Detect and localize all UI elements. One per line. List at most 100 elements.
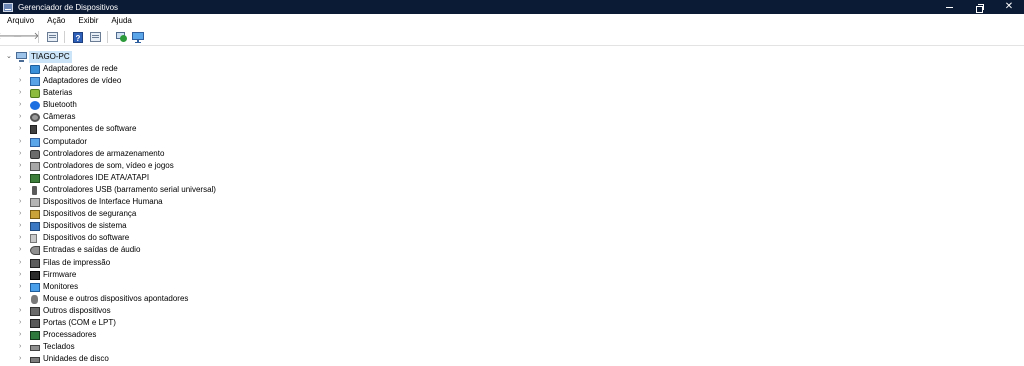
toolbar: 🡐 🡒 ? <box>0 29 1024 46</box>
menu-ajuda[interactable]: Ajuda <box>104 14 137 28</box>
tree-item[interactable]: › Bluetooth <box>0 99 1024 111</box>
expand-chevron-icon[interactable]: › <box>19 257 25 269</box>
processor-icon <box>30 331 40 341</box>
tree-item[interactable]: › Unidades de disco <box>0 353 1024 365</box>
monitor-icon <box>132 31 144 43</box>
expand-chevron-icon[interactable]: › <box>19 293 25 305</box>
expand-chevron-icon[interactable]: › <box>19 172 25 184</box>
expand-chevron-icon[interactable]: › <box>19 269 25 281</box>
tree-item[interactable]: › Entradas e saídas de áudio <box>0 244 1024 256</box>
tree-item-label: Teclados <box>43 342 75 352</box>
toolbar-separator <box>107 31 108 43</box>
expand-chevron-icon[interactable]: › <box>19 353 25 365</box>
monitor-button[interactable] <box>130 29 146 45</box>
tree-item-label: Dispositivos de sistema <box>43 221 127 231</box>
tree-item[interactable]: › Dispositivos de sistema <box>0 220 1024 232</box>
expand-chevron-icon[interactable]: › <box>19 196 25 208</box>
tree-item[interactable]: › Firmware <box>0 269 1024 281</box>
tree-item-label: Dispositivos de segurança <box>43 209 137 219</box>
tree-item-label: Adaptadores de vídeo <box>43 76 122 86</box>
tree-item[interactable]: › Dispositivos de Interface Humana <box>0 196 1024 208</box>
expand-chevron-icon[interactable]: › <box>19 63 25 75</box>
display-adapter-icon <box>30 77 40 87</box>
expand-chevron-icon[interactable]: › <box>19 305 25 317</box>
expand-chevron-icon[interactable]: › <box>19 244 25 256</box>
tree-item-label: Dispositivos do software <box>43 233 130 243</box>
menu-bar: Arquivo Ação Exibir Ajuda <box>0 14 1024 28</box>
tree-item[interactable]: › Monitores <box>0 281 1024 293</box>
tree-item[interactable]: › Dispositivos do software <box>0 232 1024 244</box>
expand-chevron-icon[interactable]: › <box>19 341 25 353</box>
restore-button[interactable] <box>964 0 994 14</box>
usb-icon <box>32 185 37 195</box>
tree-item[interactable]: › Câmeras <box>0 111 1024 123</box>
tree-item-label: Filas de impressão <box>43 257 111 267</box>
close-button[interactable]: ✕ <box>994 0 1024 14</box>
tree-item[interactable]: › Computador <box>0 136 1024 148</box>
tree-item[interactable]: › Componentes de software <box>0 123 1024 135</box>
tree-item-label: Controladores de som, vídeo e jogos <box>43 160 174 170</box>
tree-items: › Adaptadores de rede › Adaptadores de víde… <box>0 63 1024 365</box>
collapse-chevron-icon[interactable]: ⌄ <box>6 51 12 63</box>
tree-item-label: Processadores <box>43 330 97 340</box>
tree-item[interactable]: › Portas (COM e LPT) <box>0 317 1024 329</box>
expand-chevron-icon[interactable]: › <box>19 208 25 220</box>
tree-item[interactable]: › Controladores USB (barramento serial un… <box>0 184 1024 196</box>
tree-item[interactable]: › Controladores de som, vídeo e jogos <box>0 160 1024 172</box>
view-button[interactable] <box>87 29 103 45</box>
tree-item[interactable]: › Adaptadores de rede <box>0 63 1024 75</box>
properties-button[interactable] <box>44 29 60 45</box>
network-adapter-icon <box>30 65 40 74</box>
expand-chevron-icon[interactable]: › <box>19 160 25 172</box>
camera-icon <box>30 113 40 123</box>
expand-chevron-icon[interactable]: › <box>19 87 25 99</box>
firmware-icon <box>30 270 40 280</box>
forward-button[interactable]: 🡒 <box>13 29 40 45</box>
expand-chevron-icon[interactable]: › <box>19 281 25 293</box>
toolbar-separator <box>64 31 65 43</box>
tree-item-label: Adaptadores de rede <box>43 64 118 73</box>
menu-exibir[interactable]: Exibir <box>71 14 104 28</box>
expand-chevron-icon[interactable]: › <box>19 99 25 111</box>
expand-chevron-icon[interactable]: › <box>19 232 25 244</box>
tree-item[interactable]: › Mouse e outros dispositivos apontadores <box>0 293 1024 305</box>
tree-item[interactable]: › Baterias <box>0 87 1024 99</box>
other-device-icon <box>30 306 40 316</box>
forward-icon: 🡒 <box>12 31 40 42</box>
expand-chevron-icon[interactable]: › <box>19 75 25 87</box>
root-label[interactable]: TIAGO-PC <box>29 51 72 63</box>
sound-controller-icon <box>30 161 40 171</box>
tree-item-label: Outros dispositivos <box>43 305 111 315</box>
expand-chevron-icon[interactable]: › <box>19 329 25 341</box>
expand-chevron-icon[interactable]: › <box>19 123 25 135</box>
tree-item[interactable]: › Dispositivos de segurança <box>0 208 1024 220</box>
tree-item-label: Controladores de armazenamento <box>43 148 165 158</box>
tree-item[interactable]: › Controladores IDE ATA/ATAPI <box>0 172 1024 184</box>
expand-chevron-icon[interactable]: › <box>19 148 25 160</box>
tree-item[interactable]: › Outros dispositivos <box>0 305 1024 317</box>
keyboard-icon <box>30 345 40 352</box>
tree-item[interactable]: › Adaptadores de vídeo <box>0 75 1024 87</box>
expand-chevron-icon[interactable]: › <box>19 220 25 232</box>
tree-item[interactable]: › Filas de impressão <box>0 257 1024 269</box>
scan-hardware-button[interactable] <box>113 29 129 45</box>
close-icon: ✕ <box>1004 1 1014 12</box>
expand-chevron-icon[interactable]: › <box>19 136 25 148</box>
hid-icon <box>30 198 40 208</box>
tree-item[interactable]: › Teclados <box>0 341 1024 353</box>
tree-item[interactable]: › Processadores <box>0 329 1024 341</box>
tree-item-label: Bluetooth <box>43 100 77 110</box>
minimize-button[interactable] <box>934 0 964 14</box>
expand-chevron-icon[interactable]: › <box>19 317 25 329</box>
menu-arquivo[interactable]: Arquivo <box>0 14 40 28</box>
menu-acao[interactable]: Ação <box>40 14 71 28</box>
expand-chevron-icon[interactable]: › <box>19 111 25 123</box>
tree-item-label: Entradas e saídas de áudio <box>43 245 141 255</box>
tree-item[interactable]: › Controladores de armazenamento <box>0 148 1024 160</box>
tree-item-label: Dispositivos de Interface Humana <box>43 197 163 207</box>
window-controls: ✕ <box>934 0 1024 14</box>
tree-item-label: Unidades de disco <box>43 354 109 364</box>
restore-icon <box>975 3 984 13</box>
expand-chevron-icon[interactable]: › <box>19 184 25 196</box>
help-button[interactable]: ? <box>70 29 86 45</box>
